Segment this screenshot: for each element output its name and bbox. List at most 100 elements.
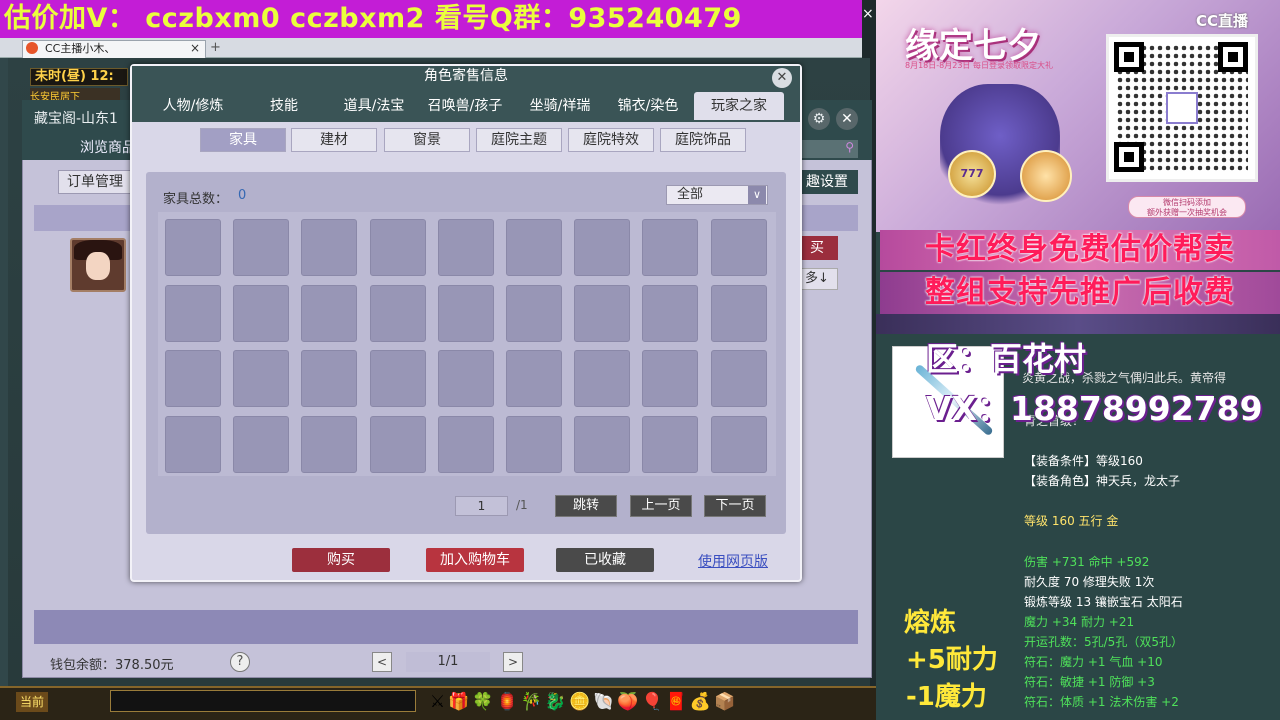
store-nav-browse[interactable]: 浏览商品	[80, 137, 136, 157]
furniture-slot[interactable]	[165, 350, 221, 407]
furniture-slot[interactable]	[642, 350, 699, 407]
furniture-slot[interactable]	[574, 415, 631, 473]
order-management-button[interactable]: 订单管理	[58, 170, 134, 194]
gear-icon[interactable]: ⚙	[808, 108, 830, 130]
promo-gift-icon	[1020, 150, 1072, 202]
store-buy-button[interactable]: 买	[796, 236, 838, 260]
furniture-slot[interactable]	[233, 284, 290, 342]
store-prev-page-icon[interactable]: <	[372, 652, 392, 672]
furniture-slot[interactable]	[506, 415, 562, 473]
item-stat-line: 魔力 +34 耐力 +21	[1024, 614, 1135, 629]
furniture-slot[interactable]	[301, 284, 358, 342]
furniture-slot[interactable]	[710, 350, 767, 407]
smelt-line-1: +5耐力	[906, 645, 998, 675]
furniture-slot[interactable]	[165, 284, 221, 342]
favorited-button[interactable]: 已收藏	[556, 548, 654, 572]
item-stat-line: 符石：魔力 +1 气血 +10	[1024, 655, 1163, 669]
qr-finder	[1218, 42, 1248, 72]
furniture-slot[interactable]	[233, 350, 290, 407]
settings-button[interactable]: 趣设置	[796, 170, 858, 194]
prev-page-button[interactable]: 上一页	[630, 495, 692, 517]
server-region: 区：百花村	[926, 340, 1087, 378]
ad-band	[876, 314, 1280, 334]
add-to-cart-button[interactable]: 加入购物车	[426, 548, 524, 572]
subtab-courtyard-decor[interactable]: 庭院饰品	[660, 128, 746, 152]
tab-character[interactable]: 人物/修炼	[150, 92, 236, 120]
tab-summons[interactable]: 召唤兽/孩子	[420, 92, 510, 120]
furniture-slot[interactable]	[301, 350, 358, 407]
furniture-slot[interactable]	[233, 219, 290, 276]
furniture-slot[interactable]	[642, 284, 699, 342]
tab-favicon-icon	[26, 42, 38, 54]
furniture-slot[interactable]	[710, 284, 767, 342]
item-stat-line: 【装备角色】神天兵，龙太子	[1024, 474, 1181, 489]
subtab-materials[interactable]: 建材	[291, 128, 377, 152]
furniture-slot[interactable]	[233, 415, 290, 473]
new-tab-icon[interactable]: +	[210, 40, 221, 55]
buy-button[interactable]: 购买	[292, 548, 390, 572]
furniture-slot[interactable]	[642, 415, 699, 473]
furniture-slot[interactable]	[369, 284, 426, 342]
furniture-slot[interactable]	[437, 219, 494, 276]
dialog-title: 角色寄售信息	[424, 68, 508, 84]
page-number-input[interactable]: 1	[455, 496, 508, 516]
qr-finder	[1114, 142, 1144, 172]
furniture-slot[interactable]	[574, 350, 631, 407]
furniture-slot[interactable]	[437, 284, 494, 342]
use-web-version-link[interactable]: 使用网页版	[698, 551, 768, 571]
furniture-slot[interactable]	[506, 219, 562, 276]
furniture-slot[interactable]	[437, 350, 494, 407]
promo-event-note: 微信扫码添加 额外获赠一次抽奖机会	[1128, 196, 1246, 218]
banner-close-icon[interactable]: ×	[862, 6, 876, 22]
store-close-icon[interactable]: ✕	[836, 108, 858, 130]
sort-button[interactable]: 多↓	[796, 268, 838, 290]
next-page-button[interactable]: 下一页	[704, 495, 766, 517]
tab-items[interactable]: 道具/法宝	[332, 92, 416, 120]
furniture-slot[interactable]	[437, 415, 494, 473]
item-stat-line: 伤害 +731 命中 +592	[1024, 554, 1150, 569]
tab-mounts[interactable]: 坐骑/祥瑞	[514, 92, 606, 120]
tab-skills[interactable]: 技能	[246, 92, 322, 120]
furniture-slot[interactable]	[710, 219, 767, 276]
wallet-balance: 钱包余额：378.50元	[50, 654, 174, 673]
ad-line-1: 卡红终身免费估价帮卖	[880, 230, 1280, 270]
smelt-line-2: -1魔力	[906, 682, 987, 712]
furniture-slot[interactable]	[506, 284, 562, 342]
furniture-slot[interactable]	[574, 284, 631, 342]
item-stat-line: 锻炼等级 13 镶嵌宝石 太阳石	[1024, 594, 1183, 609]
furniture-slot[interactable]	[369, 415, 426, 473]
jump-button[interactable]: 跳转	[555, 495, 617, 517]
tab-close-icon[interactable]: ×	[190, 41, 200, 55]
subtab-windows[interactable]: 窗景	[384, 128, 470, 152]
furniture-slot[interactable]	[301, 415, 358, 473]
furniture-slot[interactable]	[369, 350, 426, 407]
chat-input[interactable]	[110, 690, 416, 712]
tab-player-home[interactable]: 玩家之家	[694, 92, 784, 120]
search-icon[interactable]: ⚲	[796, 140, 858, 158]
furniture-slot[interactable]	[369, 219, 426, 276]
subtab-furniture[interactable]: 家具	[200, 128, 286, 152]
subtab-courtyard-theme[interactable]: 庭院主题	[476, 128, 562, 152]
close-icon[interactable]: ✕	[772, 68, 792, 88]
item-stat-line: 等级 160 五行 金	[1024, 514, 1119, 529]
furniture-slot[interactable]	[165, 415, 221, 473]
furniture-slot[interactable]	[165, 219, 221, 276]
furniture-slot[interactable]	[574, 219, 631, 276]
browser-tab[interactable]: CC主播小木、	[22, 40, 206, 58]
furniture-slot[interactable]	[506, 350, 562, 407]
chat-channel-button[interactable]: 当前	[16, 692, 48, 712]
furniture-slot[interactable]	[642, 219, 699, 276]
chevron-down-icon[interactable]: ∨	[748, 186, 766, 204]
furniture-slot[interactable]	[301, 219, 358, 276]
furniture-slot[interactable]	[710, 415, 767, 473]
game-left-edge	[0, 58, 8, 720]
store-footer-band	[34, 610, 858, 644]
taskbar-item-icons[interactable]: ⚔🎁🍀🏮🎋🐉🪙🐚🍑🎈🧧💰📦	[430, 688, 870, 716]
store-next-page-icon[interactable]: >	[503, 652, 523, 672]
subtab-courtyard-effects[interactable]: 庭院特效	[568, 128, 654, 152]
qr-center-logo	[1166, 92, 1198, 124]
tab-outfits[interactable]: 锦衣/染色	[606, 92, 690, 120]
ad-line-2: 整组支持先推广后收费	[880, 272, 1280, 314]
game-time-label: 未时(昼)	[35, 69, 86, 84]
help-icon[interactable]: ?	[230, 652, 250, 672]
